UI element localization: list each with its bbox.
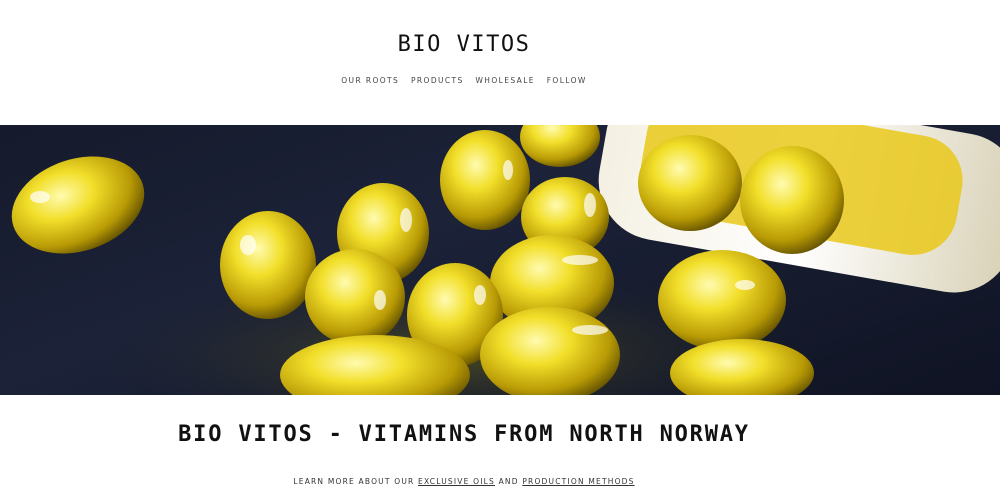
brand-logo[interactable]: BIO VITOS <box>0 32 928 57</box>
nav-products[interactable]: PRODUCTS <box>411 76 464 85</box>
nav-wholesale[interactable]: WHOLESALE <box>475 76 534 85</box>
page-headline: BIO VITOS - VITAMINS FROM NORTH NORWAY <box>178 422 750 447</box>
learn-more-line: LEARN MORE ABOUT OUR EXCLUSIVE OILS AND … <box>0 477 928 486</box>
hero-image <box>11 125 1000 395</box>
site-header: BIO VITOS OUR ROOTS PRODUCTS WHOLESALE F… <box>0 0 1000 125</box>
hero-banner <box>0 125 1000 395</box>
learn-more-and: AND <box>498 476 519 486</box>
main-nav: OUR ROOTS PRODUCTS WHOLESALE FOLLOW <box>0 76 928 85</box>
nav-our-roots[interactable]: OUR ROOTS <box>341 76 399 85</box>
learn-more-prefix: LEARN MORE ABOUT OUR <box>293 476 415 486</box>
exclusive-oils-link[interactable]: EXCLUSIVE OILS <box>418 477 495 486</box>
production-methods-link[interactable]: PRODUCTION METHODS <box>522 477 634 486</box>
nav-follow[interactable]: FOLLOW <box>547 76 587 85</box>
